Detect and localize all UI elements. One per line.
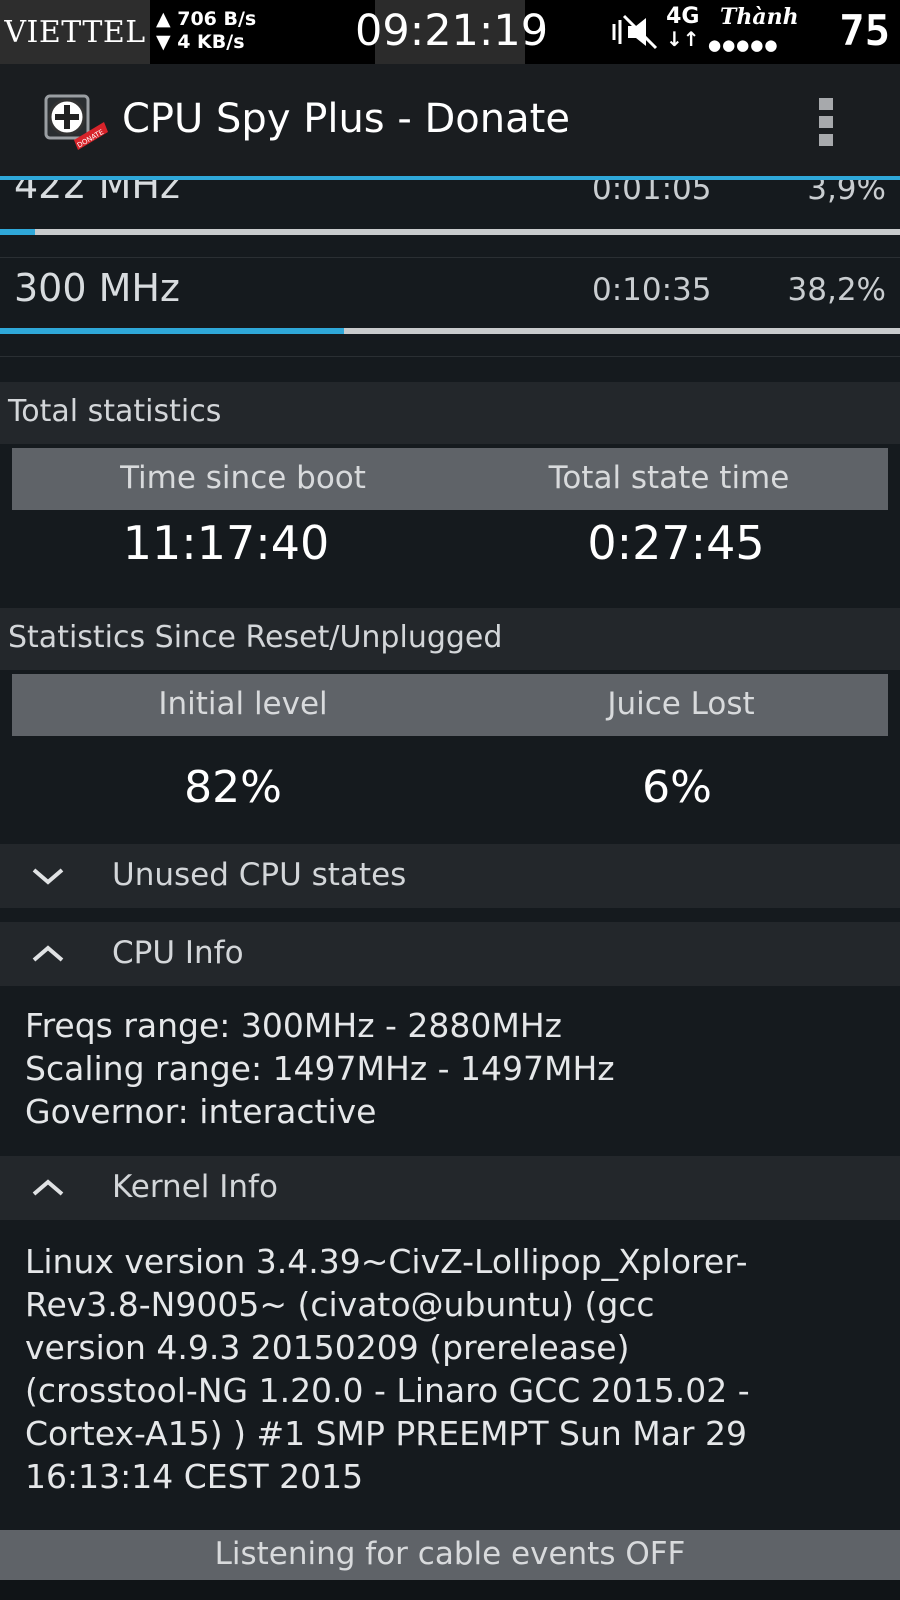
freq-label: 422 MHz	[14, 180, 180, 207]
freq-row: 300 MHz 0:10:35 38,2%	[0, 258, 900, 328]
chevron-down-icon	[32, 868, 64, 885]
total-state-time-label: Total state time	[548, 460, 790, 496]
network-type: 4G ↓↑	[666, 4, 700, 51]
total-state-time-value: 0:27:45	[587, 516, 765, 570]
kernel-info-toggle[interactable]: Kernel Info	[0, 1156, 900, 1220]
freq-percent: 38,2%	[787, 272, 886, 308]
upload-speed: ▲ 706 B/s	[156, 8, 257, 30]
unused-cpu-states-label: Unused CPU states	[112, 857, 407, 893]
clock-time: 09:21:19	[355, 6, 549, 56]
total-statistics-header: Total statistics	[0, 382, 900, 444]
reset-statistics-header: Statistics Since Reset/Unplugged	[0, 608, 900, 670]
overflow-menu-icon[interactable]	[816, 96, 836, 152]
cable-events-status: Listening for cable events OFF	[214, 1536, 686, 1572]
freq-row: 422 MHz 0:01:05 3,9%	[0, 180, 900, 230]
chevron-up-icon	[32, 945, 64, 962]
total-statistics-title: Total statistics	[8, 394, 222, 429]
unused-cpu-states-toggle[interactable]: Unused CPU states	[0, 844, 900, 908]
kernel-info-text: Linux version 3.4.39~CivZ-Lollipop_Xplor…	[25, 1242, 750, 1496]
app-title: CPU Spy Plus - Donate	[122, 96, 570, 142]
freq-percent: 3,9%	[807, 180, 886, 207]
status-icons: 4G ↓↑ Thành ●●●●● 75	[600, 0, 900, 64]
chevron-up-icon	[32, 1179, 64, 1196]
freq-time: 0:10:35	[592, 272, 712, 308]
clock: 09:21:19	[355, 0, 548, 64]
network-type-label: 4G	[666, 4, 700, 29]
carrier-name: VIETTEL	[0, 0, 150, 64]
freq-progress-bar	[0, 328, 900, 334]
signal-label: Thành	[720, 4, 799, 30]
cpu-info-toggle[interactable]: CPU Info	[0, 922, 900, 986]
reset-statistics-title: Statistics Since Reset/Unplugged	[8, 620, 503, 655]
network-activity-icon: ↓↑	[666, 27, 700, 51]
freq-progress-fill	[0, 229, 36, 235]
signal-strength-icon: ●●●●●	[708, 36, 779, 54]
status-bar: VIETTEL ▲ 706 B/s ▼ 4 KB/s 09:21:19 4G ↓…	[0, 0, 900, 64]
cpu-info-text: Freqs range: 300MHz - 2880MHz Scaling ra…	[25, 1006, 615, 1131]
initial-level-value: 82%	[184, 762, 282, 813]
reset-statistics-labels: Initial level Juice Lost	[12, 674, 888, 736]
app-icon[interactable]: DONATE	[38, 88, 108, 158]
freq-time: 0:01:05	[592, 180, 712, 207]
freq-progress-fill	[0, 328, 344, 334]
network-speed: ▲ 706 B/s ▼ 4 KB/s	[156, 8, 256, 54]
freq-progress-bar	[0, 229, 900, 235]
juice-lost-label: Juice Lost	[607, 686, 755, 722]
juice-lost-value: 6%	[642, 762, 712, 813]
row-divider	[0, 356, 900, 357]
vibrate-mute-icon	[612, 14, 658, 50]
cpu-info-label: CPU Info	[112, 935, 244, 971]
total-statistics-labels: Time since boot Total state time	[12, 448, 888, 510]
time-since-boot-label: Time since boot	[120, 460, 366, 496]
cable-events-status-bar[interactable]: Listening for cable events OFF	[0, 1530, 900, 1580]
initial-level-label: Initial level	[158, 686, 328, 722]
freq-label: 300 MHz	[14, 266, 180, 310]
bottom-strip	[0, 1580, 900, 1600]
download-speed: ▼ 4 KB/s	[156, 31, 245, 53]
kernel-info-label: Kernel Info	[112, 1169, 278, 1205]
time-since-boot-value: 11:17:40	[122, 516, 330, 570]
battery-level: 75	[839, 6, 890, 55]
